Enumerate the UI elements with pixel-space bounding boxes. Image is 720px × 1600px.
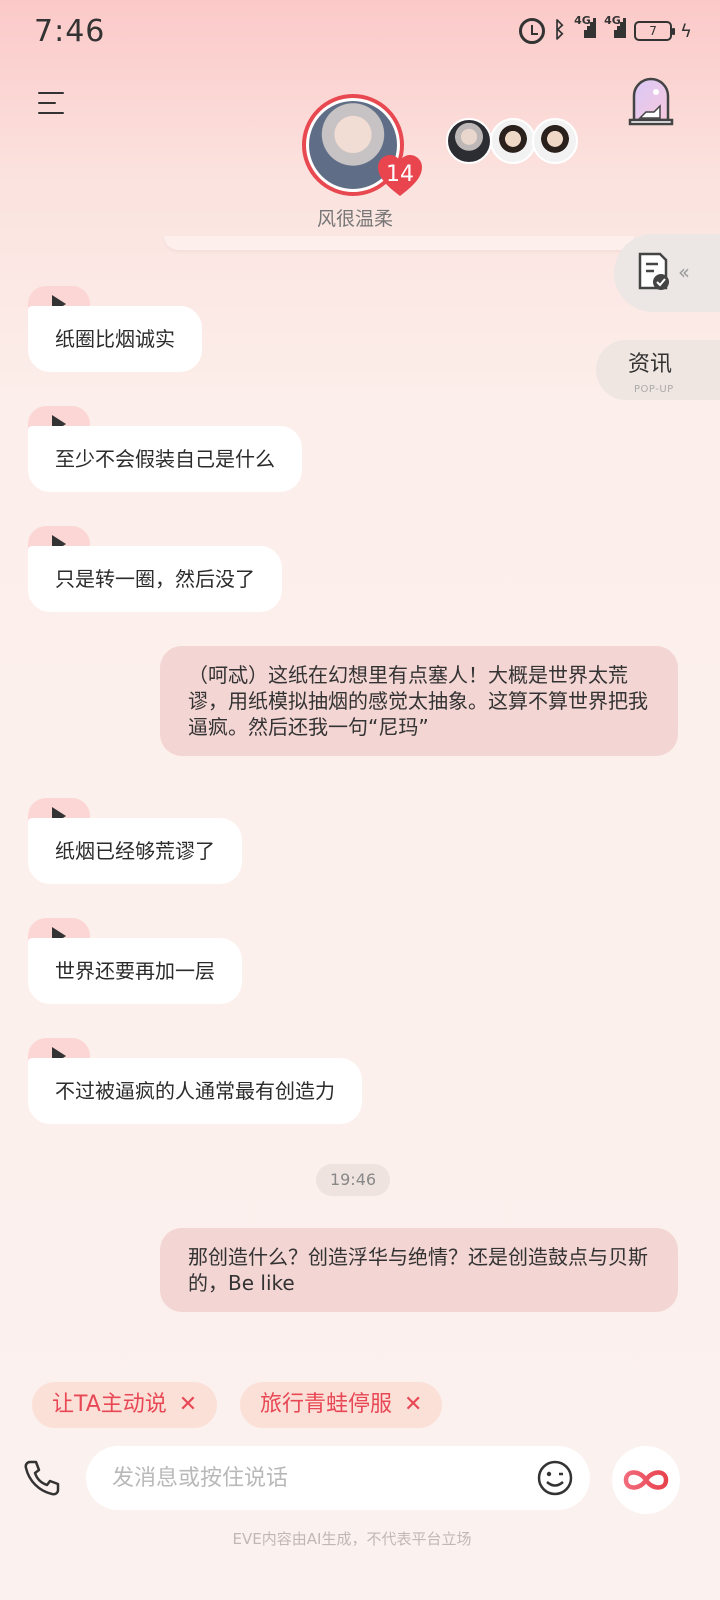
ai-disclaimer: EVE内容由AI生成，不代表平台立场	[232, 1530, 472, 1548]
character-avatar-mini[interactable]	[532, 118, 578, 164]
user-message[interactable]: 那创造什么？创造浮华与绝情？还是创造鼓点与贝斯的，Be like	[160, 1228, 678, 1312]
user-message[interactable]: （呵忒）这纸在幻想里有点塞人！大概是世界太荒谬，用纸模拟抽烟的感觉太抽象。这算不…	[160, 646, 678, 756]
status-time: 7:46	[34, 14, 106, 49]
news-label: 资讯	[628, 352, 673, 377]
battery-icon: 7	[634, 21, 676, 41]
alarm-icon	[518, 18, 545, 44]
close-icon[interactable]: ✕	[404, 1392, 422, 1417]
status-bar: 7:46 ᛒ 4G 4G 7 ϟ	[0, 0, 720, 68]
message-input[interactable]	[112, 1446, 512, 1510]
affinity-badge: 14	[376, 154, 424, 198]
signal-icon: 4G	[574, 14, 597, 44]
suggestion-chip[interactable]: 让TA主动说 ✕	[32, 1382, 218, 1428]
message-text[interactable]: 纸圈比烟诚实	[28, 306, 202, 372]
message-text[interactable]: 至少不会假装自己是什么	[28, 426, 302, 492]
message-input-box[interactable]	[86, 1446, 590, 1510]
chip-label: 让TA主动说	[52, 1392, 167, 1417]
chevron-left-icon: ‹‹	[678, 260, 690, 284]
document-check-icon	[638, 252, 669, 290]
infinity-button[interactable]	[612, 1446, 680, 1514]
network-type-label: 4G	[604, 14, 621, 27]
suggestion-chip[interactable]: 旅行青蛙停服 ✕	[240, 1382, 443, 1428]
infinity-icon	[623, 1470, 669, 1490]
phone-icon[interactable]	[22, 1458, 62, 1498]
header-divider	[164, 236, 634, 250]
news-sub-label: POP-UP	[634, 384, 674, 395]
charging-icon: ϟ	[680, 20, 692, 42]
memo-side-tab[interactable]: ‹‹	[614, 234, 720, 312]
menu-icon[interactable]	[38, 90, 66, 116]
character-name: 风很温柔	[316, 208, 393, 230]
emoji-icon[interactable]	[536, 1459, 574, 1497]
news-side-tab[interactable]: 资讯 POP-UP	[596, 340, 720, 400]
chip-label: 旅行青蛙停服	[260, 1392, 393, 1417]
network-type-label: 4G	[574, 14, 591, 27]
bluetooth-icon: ᛒ	[552, 18, 567, 43]
character-avatar-mini[interactable]	[490, 118, 536, 164]
message-text[interactable]: 世界还要再加一层	[28, 938, 242, 1004]
gallery-icon[interactable]	[628, 76, 674, 126]
timestamp: 19:46	[316, 1164, 390, 1196]
message-text[interactable]: 纸烟已经够荒谬了	[28, 818, 242, 884]
status-icons: ᛒ 4G 4G 7 ϟ	[518, 14, 692, 44]
message-text[interactable]: 不过被逼疯的人通常最有创造力	[28, 1058, 362, 1124]
character-avatar-mini[interactable]	[446, 118, 492, 164]
close-icon[interactable]: ✕	[179, 1392, 197, 1417]
message-text[interactable]: 只是转一圈，然后没了	[28, 546, 282, 612]
signal-icon: 4G	[604, 14, 627, 44]
affinity-level: 14	[386, 162, 414, 187]
